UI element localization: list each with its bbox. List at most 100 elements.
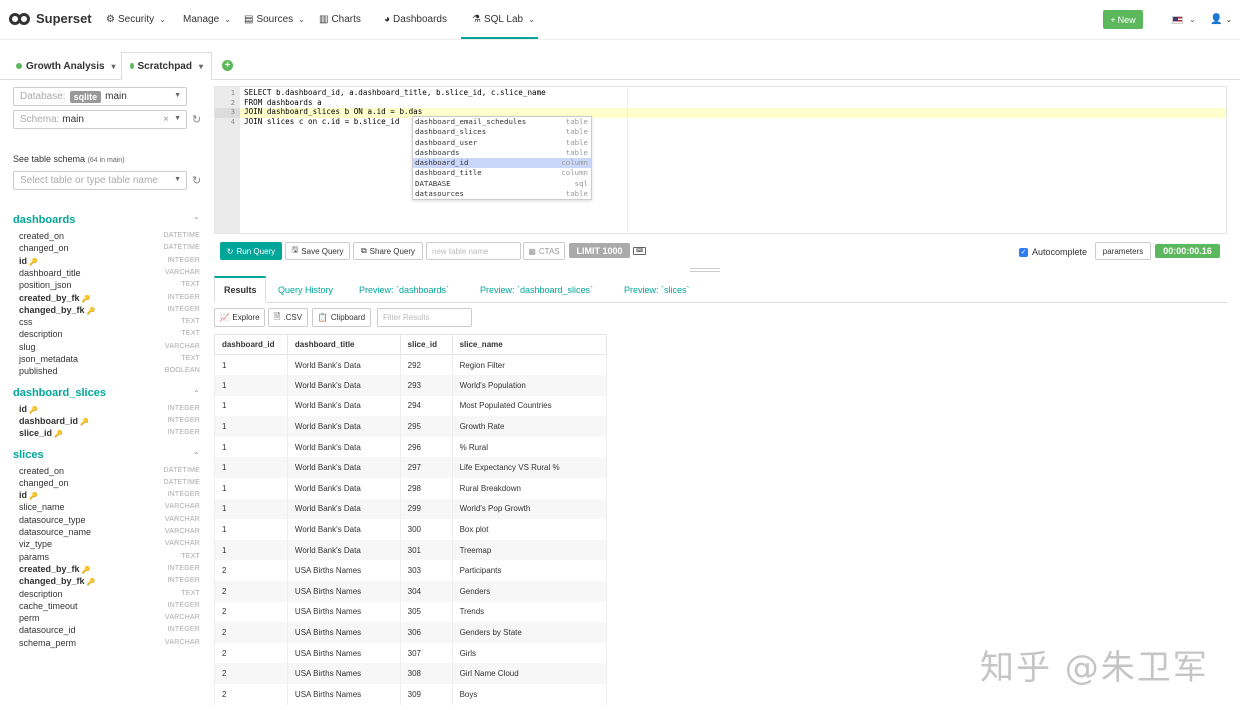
clipboard-button[interactable]: 📋 Clipboard	[312, 308, 371, 327]
column-label: changed_by_fk	[19, 576, 85, 587]
parameters-button[interactable]: parameters	[1095, 242, 1151, 260]
tab-scratchpad[interactable]: Scratchpad ▾	[121, 52, 212, 80]
share-query-button[interactable]: ⧉ Share Query	[353, 242, 423, 260]
autocomplete-item[interactable]: dashboard_email_schedules table	[413, 117, 591, 127]
table-cell: 299	[399, 498, 453, 520]
clear-icon[interactable]: ×	[163, 114, 169, 125]
ctas-button[interactable]: ▦ CTAS	[523, 242, 565, 260]
nav-charts[interactable]: ▥ Charts	[319, 14, 361, 25]
chevron-down-icon[interactable]: ▾	[112, 62, 116, 71]
autocomplete-item[interactable]: dashboard_slices table	[413, 127, 591, 137]
chevron-down-icon: ⌄	[298, 15, 305, 24]
code-line[interactable]: JOIN dashboard_slices b ON a.id = b.das	[244, 107, 422, 116]
table-cell: Trends	[451, 601, 608, 623]
column-label: created_by_fk	[19, 292, 80, 303]
sql-editor[interactable]: 1 2 3 4 SELECT b.dashboard_id, a.dashboa…	[214, 86, 1227, 234]
refresh-schema-icon[interactable]: ↻	[192, 113, 201, 126]
autocomplete-item[interactable]: datasources table	[413, 189, 591, 199]
column-name: css	[19, 317, 33, 327]
refresh-tables-icon[interactable]: ↻	[192, 174, 201, 187]
table-cell: 1	[214, 519, 288, 540]
tab-query-history[interactable]: Query History	[278, 285, 333, 295]
add-tab-icon[interactable]: +	[222, 60, 233, 71]
table-cell: Box plot	[451, 519, 608, 540]
new-button[interactable]: + New	[1103, 10, 1143, 29]
autocomplete-popup[interactable]: dashboard_email_schedules table dashboard_…	[412, 116, 592, 200]
column-header[interactable]: dashboard_title	[286, 334, 401, 355]
file-icon: 🗎	[273, 311, 281, 321]
save-query-button[interactable]: 🖫 Save Query	[285, 242, 350, 260]
nav-security[interactable]: ⚙ Security ⌄	[106, 14, 166, 25]
column-name: changed_by_fk 🔑	[19, 305, 95, 315]
column-label: json_metadata	[19, 354, 79, 364]
table-cell: World Bank's Data	[286, 375, 401, 396]
column-type: INTEGER	[167, 491, 200, 499]
autocomplete-item[interactable]: DATABASE sql	[413, 179, 591, 189]
nav-sql-lab[interactable]: ⚗ SQL Lab ⌄	[472, 14, 535, 25]
resize-handle[interactable]	[690, 268, 720, 272]
table-row: 2 USA Births Names 309 Boys	[214, 684, 608, 705]
table-name[interactable]: slices	[13, 449, 44, 461]
nav-dashboards[interactable]: ◕ Dashboards	[384, 14, 447, 25]
code-line[interactable]: FROM dashboards a	[244, 98, 322, 107]
schema-select[interactable]: Schema: main × ▼	[13, 110, 187, 129]
table-name[interactable]: dashboard_slices	[13, 387, 106, 399]
tab-results[interactable]: Results	[224, 285, 257, 295]
table-name[interactable]: dashboards	[13, 214, 75, 226]
language-flag-icon[interactable]	[1172, 16, 1183, 24]
database-select[interactable]: Database: sqlite main ▼	[13, 87, 187, 106]
language-chevron-icon[interactable]: ⌄	[1187, 15, 1196, 24]
plus-icon: +	[1110, 14, 1116, 25]
column-label: viz_type	[19, 539, 53, 550]
autocomplete-item[interactable]: dashboard_title column	[413, 168, 591, 178]
csv-button[interactable]: 🗎 .CSV	[268, 308, 308, 327]
table-cell: World's Pop Growth	[451, 498, 608, 520]
tab-growth-analysis[interactable]: Growth Analysis ▾	[8, 52, 124, 80]
autocomplete-label: Autocomplete	[1032, 247, 1088, 257]
code-line[interactable]: JOIN slices c on c.id = b.slice_id	[244, 117, 399, 126]
column-header[interactable]: slice_id	[399, 334, 453, 355]
table-cell: 2	[214, 601, 288, 623]
tab-preview-dashboards[interactable]: Preview: `dashboards`	[359, 285, 449, 295]
nav-sources[interactable]: ▤ Sources ⌄	[244, 14, 305, 25]
collapse-chevron-icon[interactable]: ⌃	[193, 216, 200, 225]
table-cell: USA Births Names	[286, 684, 401, 705]
run-query-button[interactable]: ↻ Run Query	[220, 242, 282, 260]
brand-logo[interactable]: Superset	[9, 11, 92, 26]
autocomplete-item[interactable]: dashboard_user table	[413, 138, 591, 148]
nav-manage[interactable]: Manage ⌄	[183, 14, 231, 25]
table-cell: 2	[214, 663, 288, 684]
column-name: slice_name	[19, 502, 65, 512]
table-cell: 1	[214, 498, 288, 520]
column-type: VARCHAR	[164, 528, 200, 535]
autocomplete-checkbox[interactable]: ✓	[1019, 248, 1028, 257]
key-icon: 🔑	[27, 258, 38, 266]
code-line[interactable]: SELECT b.dashboard_id, a.dashboard_title…	[244, 88, 546, 97]
new-table-name-input[interactable]: new table name	[426, 242, 521, 260]
line-number: 1	[230, 89, 235, 97]
filter-results-input[interactable]: Filter Results	[377, 308, 472, 327]
autocomplete-meta: sql	[574, 178, 588, 188]
collapse-chevron-icon[interactable]: ⌃	[193, 389, 200, 398]
table-cell: 295	[399, 416, 453, 437]
tab-preview-dashboard-slices[interactable]: Preview: `dashboard_slices`	[480, 285, 593, 295]
autocomplete-item[interactable]: dashboards table	[413, 148, 591, 158]
tab-preview-slices[interactable]: Preview: `slices`	[624, 285, 690, 295]
table-cell: Treemap	[451, 539, 608, 561]
collapse-chevron-icon[interactable]: ⌃	[193, 451, 200, 460]
autocomplete-item[interactable]: dashboard_id column	[413, 158, 591, 169]
keyboard-shortcuts-icon[interactable]: ⌨	[633, 247, 646, 255]
table-cell: World Bank's Data	[286, 395, 401, 417]
table-cell: 1	[214, 354, 288, 376]
user-menu[interactable]: 👤 ⌄	[1210, 14, 1232, 25]
column-name: created_by_fk 🔑	[19, 564, 90, 574]
column-header[interactable]: dashboard_id	[214, 334, 288, 355]
autocomplete-meta: table	[565, 127, 588, 137]
chevron-down-icon[interactable]: ▾	[199, 62, 203, 71]
database-engine-badge: sqlite	[69, 90, 102, 103]
column-header[interactable]: slice_name	[451, 334, 608, 355]
column-label: description	[19, 588, 63, 599]
limit-dropdown[interactable]: LIMIT 1000	[569, 243, 630, 258]
explore-button[interactable]: 📈 Explore	[214, 308, 265, 327]
table-select[interactable]: Select table or type table name ▼	[13, 171, 187, 190]
